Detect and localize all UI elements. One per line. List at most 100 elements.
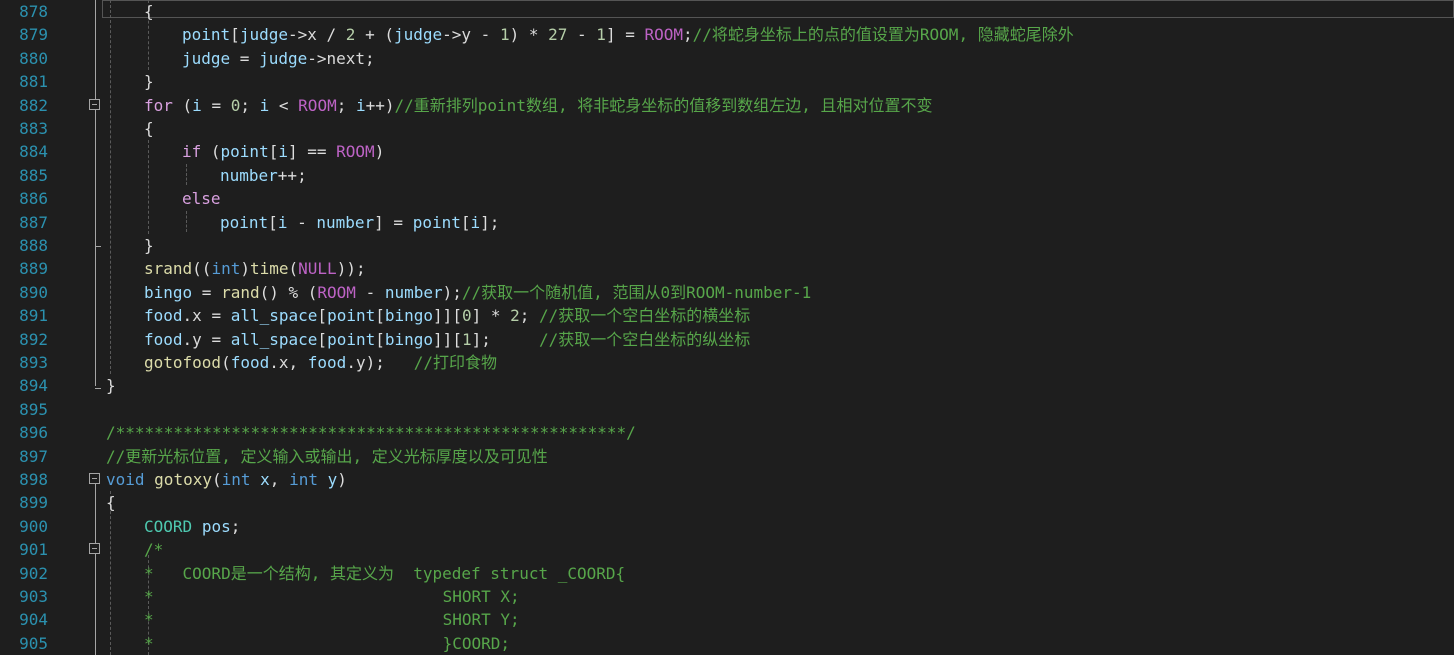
code-text[interactable]: point[i - number] = point[i]; xyxy=(220,211,499,234)
code-text[interactable]: { xyxy=(144,0,154,23)
code-token: ) xyxy=(374,142,385,162)
code-text[interactable]: void gotoxy(int x, int y) xyxy=(106,468,347,491)
code-line-883[interactable]: 883 { xyxy=(0,117,1454,140)
code-token: { xyxy=(106,493,116,513)
code-line-901[interactable]: 901 /* xyxy=(0,538,1454,561)
code-token: /* xyxy=(144,540,164,560)
code-line-885[interactable]: 885 number++; xyxy=(0,164,1454,187)
code-token: food xyxy=(144,306,183,326)
code-line-878[interactable]: 878 { xyxy=(0,0,1454,23)
line-number: 899 xyxy=(19,493,48,513)
code-text[interactable]: * }COORD; xyxy=(144,632,510,655)
code-token: ); xyxy=(365,353,414,372)
code-token: time xyxy=(249,259,289,279)
code-token: { xyxy=(144,2,154,21)
code-line-904[interactable]: 904 * SHORT Y; xyxy=(0,608,1454,631)
code-text[interactable]: { xyxy=(106,491,116,514)
code-text[interactable]: * COORD是一个结构, 其定义为 typedef struct _COORD… xyxy=(144,562,625,585)
collapse-toggle-icon[interactable] xyxy=(89,98,100,110)
code-token: ; xyxy=(365,48,375,68)
code-token: - xyxy=(355,282,385,302)
code-text[interactable]: } xyxy=(144,234,154,257)
code-line-888[interactable]: 888} xyxy=(0,234,1454,257)
code-line-905[interactable]: 905 * }COORD; xyxy=(0,632,1454,655)
code-text[interactable]: //更新光标位置, 定义输入或输出, 定义光标厚度以及可见性 xyxy=(106,445,548,468)
code-token: - xyxy=(567,25,597,45)
code-line-902[interactable]: 902 * COORD是一个结构, 其定义为 typedef struct _CO… xyxy=(0,562,1454,585)
code-text[interactable]: gotofood(food.x, food.y); //打印食物 xyxy=(144,351,497,374)
code-token: point xyxy=(327,306,376,326)
code-line-882[interactable]: 882 for (i = 0; i < ROOM; i++)//重新排列point… xyxy=(0,94,1454,117)
code-line-879[interactable]: 879 point[judge->x / 2 + (judge->y - 1) *… xyxy=(0,23,1454,46)
line-number: 884 xyxy=(19,142,48,162)
code-text[interactable]: } xyxy=(144,70,154,93)
code-token: //获取一个空白坐标的纵坐标 xyxy=(539,329,751,349)
code-line-899[interactable]: 899 { xyxy=(0,491,1454,514)
code-text[interactable]: food.y = all_space[point[bingo]][1]; //获… xyxy=(144,328,750,351)
code-line-896[interactable]: 896 /************************************… xyxy=(0,421,1454,444)
code-text[interactable]: * SHORT Y; xyxy=(144,608,520,631)
code-token: if xyxy=(182,142,202,162)
code-line-894[interactable]: 894} xyxy=(0,374,1454,397)
code-token: } xyxy=(144,236,154,255)
code-text[interactable]: point[judge->x / 2 + (judge->y - 1) * 27… xyxy=(182,23,1074,46)
code-text[interactable]: bingo = rand() % (ROOM - number);//获取一个随… xyxy=(144,281,811,304)
line-number: 896 xyxy=(19,423,48,443)
code-text[interactable]: /* xyxy=(144,538,163,561)
collapse-toggle-icon[interactable] xyxy=(89,543,100,555)
collapse-toggle-icon[interactable] xyxy=(89,473,100,484)
code-token: 1 xyxy=(596,25,606,45)
code-token: , xyxy=(269,470,290,489)
code-token: )); xyxy=(336,259,366,279)
code-token: point xyxy=(220,142,269,162)
code-line-880[interactable]: 880 judge = judge->next; xyxy=(0,47,1454,70)
code-line-893[interactable]: 893 gotofood(food.x, food.y); //打印食物 xyxy=(0,351,1454,374)
line-number: 895 xyxy=(19,399,48,419)
code-text[interactable]: * SHORT X; xyxy=(144,585,520,608)
code-text[interactable]: number++; xyxy=(220,164,307,187)
code-line-900[interactable]: 900 COORD pos; xyxy=(0,515,1454,538)
code-text[interactable]: COORD pos; xyxy=(144,515,240,538)
code-line-886[interactable]: 886 else xyxy=(0,187,1454,210)
code-token: bingo xyxy=(384,329,434,349)
code-line-903[interactable]: 903 * SHORT X; xyxy=(0,585,1454,608)
code-line-891[interactable]: 891 food.x = all_space[point[bingo]][0] *… xyxy=(0,304,1454,327)
code-line-892[interactable]: 892 food.y = all_space[point[bingo]][1]; … xyxy=(0,328,1454,351)
code-text[interactable]: food.x = all_space[point[bingo]][0] * 2;… xyxy=(144,304,750,327)
code-line-881[interactable]: 881} xyxy=(0,70,1454,93)
code-line-890[interactable]: 890 bingo = rand() % (ROOM - number);//获取… xyxy=(0,281,1454,304)
code-editor[interactable]: 878{879 point[judge->x / 2 + (judge->y - … xyxy=(0,0,1454,655)
code-token: 0 xyxy=(461,306,472,326)
code-token: food xyxy=(307,353,347,372)
code-text[interactable]: { xyxy=(144,117,154,140)
code-line-884[interactable]: 884 if (point[i] == ROOM) xyxy=(0,140,1454,163)
code-line-889[interactable]: 889 srand((int)time(NULL)); xyxy=(0,257,1454,280)
code-token: . xyxy=(182,329,193,349)
code-line-897[interactable]: 897 //更新光标位置, 定义输入或输出, 定义光标厚度以及可见性 xyxy=(0,445,1454,468)
code-line-895[interactable]: 895 xyxy=(0,398,1454,421)
code-token: int xyxy=(211,259,241,279)
code-text[interactable]: if (point[i] == ROOM) xyxy=(182,140,384,163)
code-token: [ xyxy=(268,142,279,162)
code-token: ROOM xyxy=(644,25,683,45)
code-line-887[interactable]: 887 point[i - number] = point[i]; xyxy=(0,211,1454,234)
code-text[interactable]: else xyxy=(182,187,221,210)
code-token: ROOM xyxy=(336,142,375,162)
code-token: ++; xyxy=(277,165,307,185)
code-token: /***************************************… xyxy=(106,423,636,443)
line-number: 885 xyxy=(19,165,48,185)
code-text[interactable]: judge = judge->next; xyxy=(182,47,375,70)
code-text[interactable]: for (i = 0; i < ROOM; i++)//重新排列point数组,… xyxy=(144,94,932,117)
code-token: ] == xyxy=(287,142,337,162)
code-line-898[interactable]: 898 void gotoxy(int x, int y) xyxy=(0,468,1454,491)
code-text[interactable]: } xyxy=(106,374,116,397)
code-text[interactable]: srand((int)time(NULL)); xyxy=(144,257,366,280)
line-number: 894 xyxy=(19,376,48,396)
code-token: * SHORT X; xyxy=(144,587,520,606)
code-text[interactable]: /***************************************… xyxy=(106,421,636,444)
code-token: 1 xyxy=(499,25,510,45)
code-token: [ xyxy=(317,329,328,349)
